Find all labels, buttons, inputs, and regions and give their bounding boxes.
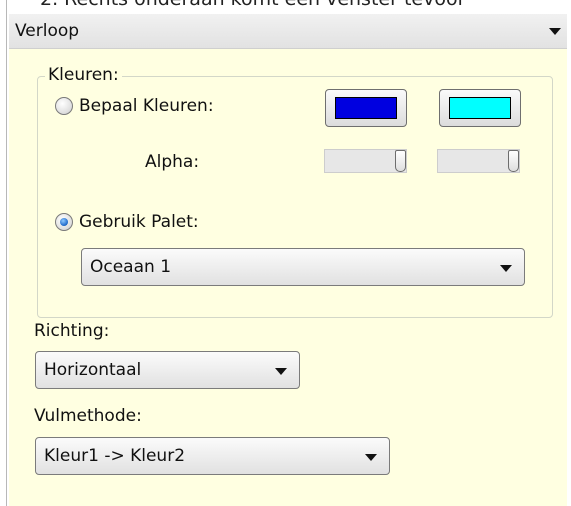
color1-swatch xyxy=(335,97,397,119)
fill-method-dropdown[interactable]: Kleur1 -> Kleur2 xyxy=(35,437,390,475)
palette-dropdown[interactable]: Oceaan 1 xyxy=(81,248,525,286)
color2-swatch xyxy=(449,97,511,119)
color1-button[interactable] xyxy=(325,89,407,127)
use-palette-label: Gebruik Palet: xyxy=(79,212,199,232)
fill-method-dropdown-value: Kleur1 -> Kleur2 xyxy=(44,446,186,466)
right-window-edge xyxy=(567,0,571,506)
use-palette-radio[interactable] xyxy=(55,213,73,231)
alpha2-slider[interactable] xyxy=(437,149,520,173)
color2-button[interactable] xyxy=(439,89,521,127)
panel-header[interactable]: Verloop xyxy=(9,14,567,49)
colors-group-legend: Kleuren: xyxy=(45,65,122,85)
alpha2-slider-thumb[interactable] xyxy=(508,150,519,172)
alpha-label: Alpha: xyxy=(145,152,200,172)
gradient-panel: Verloop Kleuren: Bepaal Kleuren: Alpha: … xyxy=(9,14,567,506)
direction-dropdown[interactable]: Horizontaal xyxy=(35,351,300,389)
custom-colors-radio[interactable] xyxy=(55,97,73,115)
collapse-arrow-icon[interactable] xyxy=(549,28,561,35)
custom-colors-label: Bepaal Kleuren: xyxy=(79,96,214,116)
alpha1-slider[interactable] xyxy=(324,149,407,173)
fill-method-label: Vulmethode: xyxy=(34,406,142,426)
direction-label: Richting: xyxy=(34,321,110,341)
direction-dropdown-value: Horizontaal xyxy=(44,360,142,380)
palette-dropdown-value: Oceaan 1 xyxy=(90,257,172,277)
panel-title: Verloop xyxy=(15,21,80,41)
top-caption-text: 2. Rechts onderaan komt een venster tevo… xyxy=(40,0,571,10)
alpha1-slider-thumb[interactable] xyxy=(395,150,406,172)
chevron-down-icon xyxy=(365,454,377,461)
chevron-down-icon xyxy=(500,265,512,272)
left-window-border xyxy=(0,0,7,506)
chevron-down-icon xyxy=(275,368,287,375)
